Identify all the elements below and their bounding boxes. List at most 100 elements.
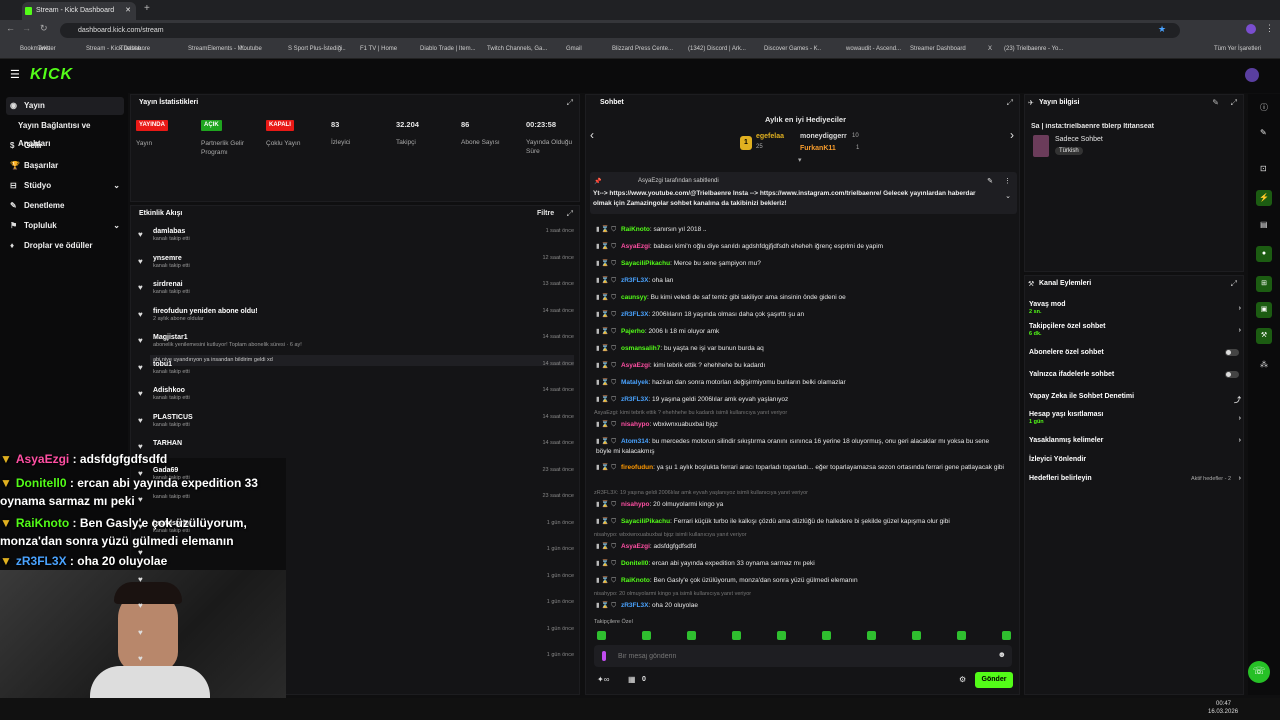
- profile-avatar[interactable]: [1246, 24, 1256, 34]
- chat-username[interactable]: RaiKnoto: [621, 226, 650, 233]
- send-button[interactable]: Gönder: [975, 672, 1013, 688]
- mod-actions-icon[interactable]: ▮ ⌛ ⛉: [596, 396, 618, 403]
- chat-username[interactable]: zR3FL3X: [621, 602, 648, 609]
- emote-icon[interactable]: [777, 631, 786, 640]
- mod-actions-icon[interactable]: ▮ ⌛ ⛉: [596, 577, 618, 584]
- event-name[interactable]: fireofudun yeniden abone oldu!: [153, 308, 258, 315]
- kick-logo[interactable]: KICK: [30, 66, 73, 84]
- sidebar-item[interactable]: $ Gelir: [6, 137, 124, 155]
- chat-username[interactable]: AsyaEzgi: [621, 543, 650, 550]
- chat-username[interactable]: AsyaEzgi: [621, 362, 650, 369]
- event-name[interactable]: ynsemre: [153, 255, 190, 262]
- emote-icon[interactable]: [732, 631, 741, 640]
- close-tab-icon[interactable]: ✕: [125, 2, 131, 20]
- emote-icon[interactable]: [1002, 631, 1011, 640]
- mod-actions-icon[interactable]: ▮ ⌛ ⛉: [596, 464, 618, 471]
- chat-username[interactable]: Donitell0: [621, 560, 648, 567]
- bookmark-item[interactable]: (23) Trielbaenre - Yo...: [1004, 46, 1063, 52]
- bookmark-item[interactable]: Discover Games - K..: [764, 46, 821, 52]
- mod-actions-icon[interactable]: ▮ ⌛ ⛉: [596, 421, 618, 428]
- mod-actions-icon[interactable]: ▮ ⌛ ⛉: [596, 602, 618, 609]
- forward-icon[interactable]: →: [22, 23, 31, 33]
- mod-actions-icon[interactable]: ▮ ⌛ ⛉: [596, 311, 618, 318]
- emote-icon[interactable]: [642, 631, 651, 640]
- chat-username[interactable]: SayaciliPikachu: [621, 518, 670, 525]
- bookmark-item[interactable]: Blizzard Press Cente...: [612, 46, 673, 52]
- edit-icon[interactable]: ✎: [1212, 98, 1219, 107]
- sidebar-item[interactable]: ◉ Yayın: [6, 97, 124, 115]
- emote-icon[interactable]: [597, 631, 606, 640]
- bookmark-item[interactable]: F1 TV | Home: [360, 46, 397, 52]
- mod-actions-icon[interactable]: ▮ ⌛ ⛉: [596, 345, 618, 352]
- chat-username[interactable]: nisahypo: [621, 501, 650, 508]
- expand-icon[interactable]: ⤢: [567, 98, 573, 108]
- channel-action[interactable]: Yapay Zeka ile Sohbet Denetimi ⤴: [1029, 393, 1241, 404]
- bookmark-item[interactable]: Gmail: [566, 46, 582, 52]
- user-avatar[interactable]: [1245, 68, 1259, 82]
- chat-username[interactable]: Atom314: [621, 438, 648, 445]
- mod-actions-icon[interactable]: ▮ ⌛ ⛉: [596, 294, 618, 301]
- chat-username[interactable]: Matalyek: [621, 379, 648, 386]
- chat-username[interactable]: Pajerho: [621, 328, 645, 335]
- hammer-icon[interactable]: ⚒: [1256, 328, 1272, 344]
- bookmark-item[interactable]: Diablo Trade | Item...: [420, 46, 476, 52]
- settings-icon[interactable]: ⚙: [959, 675, 966, 684]
- bookmark-item[interactable]: Trielbaenre: [120, 46, 150, 52]
- mod-actions-icon[interactable]: ▮ ⌛ ⛉: [596, 438, 618, 445]
- channel-action[interactable]: Hedefleri belirleyin › Aktif hedefler - 2: [1029, 475, 1241, 482]
- event-name[interactable]: sirdrenai: [153, 281, 190, 288]
- mod-actions-icon[interactable]: ▮ ⌛ ⛉: [596, 379, 618, 386]
- event-name[interactable]: PLASTICUS: [153, 414, 193, 421]
- bookmark-item[interactable]: Youtube: [240, 46, 262, 52]
- expand-icon[interactable]: ⤢: [1007, 98, 1013, 108]
- mod-actions-icon[interactable]: ▮ ⌛ ⛉: [596, 518, 618, 525]
- expand-icon[interactable]: ⤢: [1231, 279, 1237, 289]
- camera-icon[interactable]: ⊡: [1260, 164, 1267, 173]
- add-widget-icon[interactable]: ⁂: [1260, 360, 1268, 369]
- mod-actions-icon[interactable]: ▮ ⌛ ⛉: [596, 501, 618, 508]
- sidebar-item[interactable]: ✎ Denetleme: [6, 197, 124, 215]
- toggle-switch[interactable]: [1225, 371, 1239, 378]
- points-icon[interactable]: ✦∞: [597, 675, 609, 684]
- gamepad-icon[interactable]: ⊞: [1256, 276, 1272, 292]
- emote-icon[interactable]: [912, 631, 921, 640]
- chat-username[interactable]: caunsyy: [621, 294, 647, 301]
- bookmark-item[interactable]: Twitch Channels, Ga...: [487, 46, 547, 52]
- expand-icon[interactable]: ⤢: [1231, 98, 1237, 108]
- event-name[interactable]: damlabas: [153, 228, 190, 235]
- toggle-switch[interactable]: [1225, 349, 1239, 356]
- event-name[interactable]: tobu1: [153, 361, 190, 368]
- mod-actions-icon[interactable]: ▮ ⌛ ⛉: [596, 543, 618, 550]
- category-name[interactable]: Sadece Sohbet: [1055, 136, 1103, 143]
- mod-actions-icon[interactable]: ▮ ⌛ ⛉: [596, 260, 618, 267]
- document-icon[interactable]: ▤: [1260, 220, 1268, 229]
- channel-action[interactable]: Hesap yaşı kısıtlaması 1 gün ›: [1029, 411, 1241, 425]
- bookmark-item[interactable]: (1342) Discord | Ark...: [688, 46, 746, 52]
- back-icon[interactable]: ←: [6, 23, 15, 33]
- channel-action[interactable]: Yavaş mod 2 sn. ›: [1029, 301, 1241, 315]
- channel-action[interactable]: Yalnızca ifadelerle sohbet: [1029, 371, 1241, 378]
- emote-icon[interactable]: [867, 631, 876, 640]
- reload-icon[interactable]: ↻: [40, 23, 48, 34]
- chat-username[interactable]: nisahypo: [621, 421, 650, 428]
- filter-button[interactable]: Filtre: [537, 210, 554, 217]
- expand-chevron-icon[interactable]: ⌄: [1005, 192, 1011, 200]
- sidebar-item[interactable]: Yayın Bağlantısı ve Anahtarı: [6, 117, 124, 148]
- expand-icon[interactable]: ⤢: [567, 209, 573, 219]
- event-name[interactable]: Gada69: [153, 467, 190, 474]
- mod-actions-icon[interactable]: ▮ ⌛ ⛉: [596, 362, 618, 369]
- bookmark-item[interactable]: Tüm Yer İşaretleri: [1214, 46, 1261, 52]
- channel-action[interactable]: Takipçilere özel sohbet 6 dk. ›: [1029, 323, 1241, 337]
- chat-bubble-icon[interactable]: ●: [1256, 246, 1272, 262]
- channel-action[interactable]: Abonelere özel sohbet: [1029, 349, 1241, 356]
- mod-actions-icon[interactable]: ▮ ⌛ ⛉: [596, 560, 618, 567]
- chat-username[interactable]: RaiKnoto: [621, 577, 650, 584]
- event-name[interactable]: TARHAN: [153, 440, 182, 447]
- gifter-name[interactable]: egefelaa: [756, 133, 784, 140]
- chat-username[interactable]: osmansalih7: [621, 345, 660, 352]
- prev-arrow-icon[interactable]: ‹: [590, 128, 594, 142]
- gifter-name[interactable]: moneydiggerr: [800, 133, 847, 140]
- bookmark-item[interactable]: wowaudit - Ascend...: [846, 46, 901, 52]
- mod-actions-icon[interactable]: ▮ ⌛ ⛉: [596, 226, 618, 233]
- url-field[interactable]: dashboard.kick.com/stream: [60, 23, 1180, 38]
